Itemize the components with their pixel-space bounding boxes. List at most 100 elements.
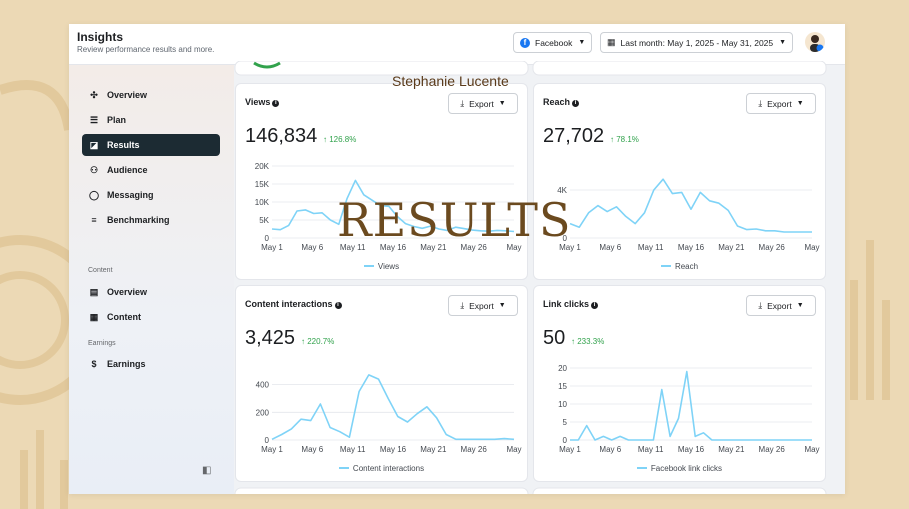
x-tick-label: May 6 [301, 243, 323, 252]
sidebar-item-earnings[interactable]: $ Earnings [82, 353, 220, 375]
legend-swatch [363, 265, 374, 267]
sidebar-item-overview[interactable]: ✣ Overview [82, 84, 220, 106]
sidebar-item-label: Overview [107, 287, 148, 297]
partial-card-bottom [234, 487, 827, 494]
y-tick-label: 15K [255, 180, 270, 189]
chevron-down-icon: ▼ [779, 39, 787, 46]
series-line [569, 178, 812, 233]
download-icon: ⤓ [460, 300, 465, 310]
x-tick-label: May [804, 243, 819, 252]
chevron-down-icon: ▼ [578, 39, 586, 46]
sidebar-item-label: Earnings [107, 359, 146, 369]
trend-icon: ◪ [89, 139, 99, 150]
sidebar-item-messaging[interactable]: ◯ Messaging [82, 184, 220, 206]
export-button[interactable]: ⤓ Export ▼ [746, 295, 816, 316]
platform-dropdown[interactable]: f Facebook ▼ [513, 32, 593, 53]
grid-icon: ▤ [89, 286, 99, 297]
info-icon[interactable]: i [334, 302, 342, 309]
metric-card-content-interactions: Content interactions i ⤓ Export ▼ 3,425 ↑ 220.… [235, 285, 528, 482]
overlay-title: RESULTS [337, 193, 572, 247]
chart-legend: Facebook link clicks [534, 464, 825, 473]
sidebar-item-audience[interactable]: ⚇ Audience [82, 159, 220, 181]
x-tick-label: May 16 [678, 243, 705, 252]
sidebar-item-label: Plan [107, 115, 127, 125]
avatar[interactable] [805, 32, 825, 52]
x-tick-label: May 26 [759, 445, 786, 454]
x-tick-label: May 21 [718, 243, 745, 252]
metric-total: 50 [543, 327, 566, 349]
legend-label: Reach [674, 262, 699, 271]
metric-delta: ↑ 126.8% [323, 135, 357, 144]
y-tick-label: 10 [558, 400, 567, 409]
section-label-earnings: Earnings [88, 340, 116, 347]
benchmark-icon: ≡ [91, 215, 97, 225]
sidebar-item-plan[interactable]: ☰ Plan [82, 109, 220, 131]
date-range-dropdown[interactable]: ▦ Last month: May 1, 2025 - May 31, 2025… [600, 32, 794, 53]
y-tick-label: 5K [259, 216, 269, 225]
chart-legend: Reach [534, 262, 825, 271]
metric-card-reach: Reach i ⤓ Export ▼ 27,702 ↑ 78.1% Reach 4K 0 May 1… [533, 83, 826, 280]
export-label: Export [767, 98, 792, 109]
export-button[interactable]: ⤓ Export ▼ [448, 295, 518, 316]
page-title: Insights [77, 30, 124, 44]
x-tick-label: May 6 [599, 445, 621, 454]
info-icon[interactable]: i [572, 100, 580, 107]
scatter-icon: ✣ [90, 89, 98, 100]
card-title-text: Link clicks [543, 299, 590, 309]
y-tick-label: 20 [558, 364, 567, 373]
x-tick-label: May 1 [261, 445, 283, 454]
sidebar-item-benchmarking[interactable]: ≡ Benchmarking [82, 209, 220, 231]
export-button[interactable]: ⤓ Export ▼ [746, 93, 816, 114]
chevron-down-icon: ▼ [498, 302, 506, 309]
y-tick-label: 5 [563, 418, 568, 427]
sidebar-item-label: Results [107, 140, 140, 150]
page-subtitle: Review performance results and more. [77, 45, 215, 54]
series-line [570, 370, 812, 441]
metric-total: 146,834 [245, 125, 318, 147]
calendar-icon: ▦ [607, 37, 616, 47]
metric-total: 3,425 [245, 327, 296, 349]
info-icon[interactable]: i [591, 302, 599, 309]
line-chart: 4K0May 1 May 6 May 11 May 16 May 21 May 26 May [557, 178, 820, 252]
x-tick-label: May 6 [301, 445, 323, 454]
people-icon: ⚇ [89, 164, 99, 175]
download-icon: ⤓ [758, 300, 763, 310]
x-tick-label: May 16 [380, 445, 407, 454]
y-tick-label: 10K [255, 198, 270, 207]
sidebar-item-results[interactable]: ◪ Results [82, 134, 220, 156]
export-button[interactable]: ⤓ Export ▼ [448, 93, 518, 114]
sidebar-item-label: Audience [107, 165, 148, 175]
content-icon: ▦ [89, 311, 99, 322]
date-range-label: Last month: May 1, 2025 - May 31, 2025 [620, 37, 774, 48]
collapse-sidebar-icon[interactable]: ◧ [202, 465, 211, 476]
card-title-text: Reach [543, 97, 571, 107]
card-title: Views i [245, 97, 280, 107]
download-icon: ⤓ [758, 98, 763, 108]
info-icon[interactable]: i [272, 100, 280, 107]
export-label: Export [767, 300, 792, 311]
author-name: Stephanie Lucente [392, 73, 509, 89]
results-main: Views i ⤓ Export ▼ 146,834 ↑ 126.8% Views 20K 15K… [234, 61, 845, 494]
facebook-icon: f [520, 37, 530, 48]
x-tick-label: May 1 [559, 445, 581, 454]
x-tick-label: May 21 [420, 445, 447, 454]
y-tick-label: 0 [563, 436, 568, 445]
y-tick-label: 200 [256, 408, 270, 417]
metric-total: 27,702 [543, 125, 605, 147]
sidebar-item-content[interactable]: ▦ Content [82, 306, 220, 328]
metric-card-views: Views i ⤓ Export ▼ 146,834 ↑ 126.8% Views 20K 15K… [235, 83, 528, 280]
sidebar-item-label: Messaging [107, 190, 154, 200]
chart-legend: Views [236, 262, 527, 271]
line-chart: 20 15 10 5 0May 1 May 6 May 11 May 16 May 21 May … [558, 364, 819, 454]
card-title: Content interactions i [245, 299, 342, 309]
x-tick-label: May 11 [340, 445, 366, 454]
partial-card-top [234, 61, 827, 76]
card-title: Link clicks i [543, 299, 599, 309]
x-tick-label: May 6 [599, 243, 621, 252]
sidebar-item-content-overview[interactable]: ▤ Overview [82, 281, 220, 303]
x-tick-label: May 26 [461, 445, 488, 454]
y-tick-label: 0 [265, 436, 270, 445]
x-tick-label: May [506, 445, 521, 454]
card-title-text: Content interactions [245, 299, 333, 309]
legend-swatch [636, 467, 647, 469]
